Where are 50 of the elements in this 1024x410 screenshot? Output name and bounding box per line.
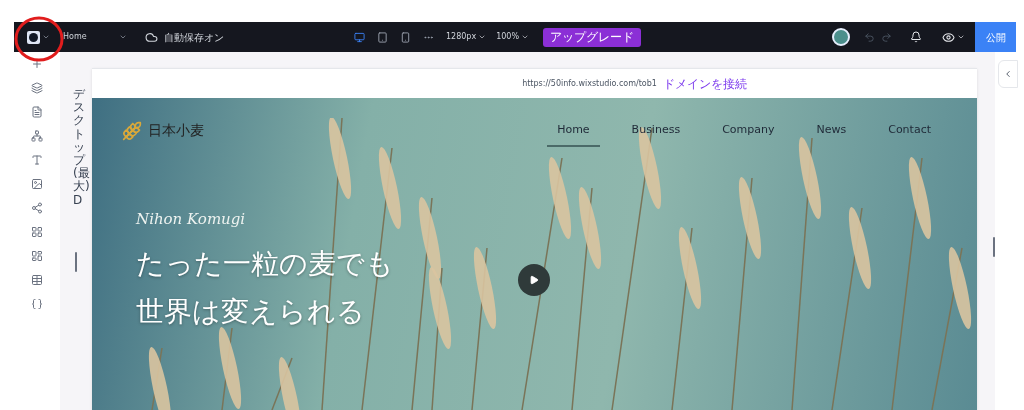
layout-icon[interactable] <box>31 250 43 262</box>
upgrade-button[interactable]: アップグレード <box>543 27 642 47</box>
nav-link[interactable]: Company <box>712 122 785 147</box>
chevron-down-icon <box>42 33 50 41</box>
add-icon[interactable] <box>31 58 43 70</box>
chevron-left-icon <box>1003 69 1013 79</box>
width-dropdown[interactable]: 1280px <box>446 31 487 43</box>
zoom-dropdown[interactable]: 100% <box>496 31 530 43</box>
site-url: https://50info.wixstudio.com/tob1 <box>522 77 657 90</box>
resize-handle[interactable] <box>993 237 995 257</box>
tablet-view-button[interactable] <box>377 31 388 43</box>
preview-button[interactable] <box>942 30 965 44</box>
desktop-view-button[interactable] <box>354 31 365 43</box>
notifications-icon[interactable] <box>910 31 922 43</box>
play-icon <box>529 275 539 285</box>
chevron-down-icon <box>957 33 965 41</box>
autosave-status: 自動保存オン <box>164 30 224 45</box>
wheat-logo-icon <box>122 120 142 141</box>
layers-icon[interactable] <box>31 82 43 94</box>
nav-link[interactable]: Contact <box>878 122 941 147</box>
cloud-icon <box>145 30 158 44</box>
chevron-down-icon <box>119 33 127 41</box>
image-icon[interactable] <box>31 178 43 190</box>
publish-button[interactable]: 公開 <box>975 22 1016 52</box>
play-button[interactable] <box>518 264 550 296</box>
nav-link[interactable]: Business <box>621 122 691 147</box>
avatar[interactable] <box>832 28 850 46</box>
tagline: Nihon Komugi <box>136 209 247 230</box>
logo-icon <box>27 30 40 44</box>
headline: 世界は変えられる <box>136 293 366 330</box>
nav-link[interactable]: News <box>806 122 857 147</box>
connect-domain-link[interactable]: ドメインを接続 <box>662 74 747 93</box>
site-menu-button[interactable] <box>27 30 50 44</box>
page-dropdown[interactable]: Home <box>63 31 127 43</box>
text-icon[interactable] <box>31 154 43 166</box>
nav-link[interactable]: Home <box>547 122 600 147</box>
site-logo-text: 日本小麦 <box>148 121 204 140</box>
nodes-icon[interactable] <box>31 202 43 214</box>
chevron-down-icon <box>478 33 487 41</box>
chevron-down-icon <box>521 33 530 41</box>
table-icon[interactable] <box>31 274 43 286</box>
eye-icon <box>942 30 955 44</box>
highlight-circle <box>14 16 64 62</box>
grid-icon[interactable] <box>31 226 43 238</box>
mobile-view-button[interactable] <box>400 31 411 43</box>
sitemap-icon[interactable] <box>31 130 43 142</box>
page-icon[interactable] <box>31 106 43 118</box>
headline: たった一粒の麦でも <box>136 245 394 282</box>
braces-icon[interactable] <box>31 298 43 310</box>
resize-handle[interactable] <box>75 251 77 272</box>
